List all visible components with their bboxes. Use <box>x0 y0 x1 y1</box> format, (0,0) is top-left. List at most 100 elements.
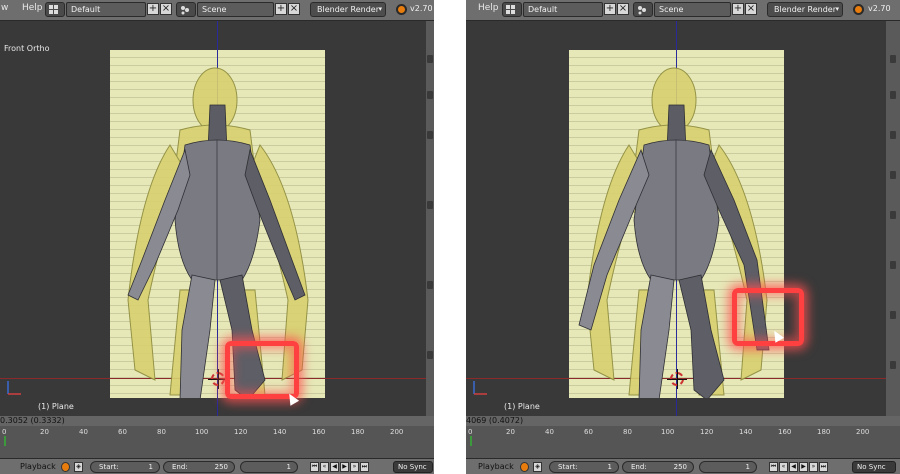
prev-key-icon[interactable]: « <box>320 462 329 472</box>
play-icon[interactable]: ▶ <box>799 462 808 472</box>
screen-layout-selector[interactable] <box>502 2 522 17</box>
record-icon[interactable] <box>61 462 70 472</box>
timeline-editor[interactable]: 4069 (0.4072) 0 20 40 60 80 100 120 140 … <box>466 416 900 458</box>
3d-cursor-icon[interactable] <box>667 369 687 389</box>
remove-layout-close-icon[interactable]: × <box>617 3 629 15</box>
current-frame-field[interactable]: 1 <box>699 461 757 473</box>
sidebar-partial[interactable] <box>886 21 900 416</box>
play-icon[interactable]: ▶ <box>340 462 349 472</box>
version-label: v2.70 <box>868 4 891 13</box>
start-value: 1 <box>148 463 153 471</box>
blender-logo-icon <box>396 4 407 15</box>
sidebar-button[interactable] <box>427 351 433 359</box>
end-frame-field[interactable]: End: 250 <box>163 461 235 473</box>
sidebar-button[interactable] <box>890 211 896 219</box>
playback-menu[interactable]: Playback <box>20 462 56 471</box>
menu-help[interactable]: Help <box>22 3 43 13</box>
add-layout-plus-icon[interactable]: + <box>604 3 616 15</box>
remove-scene-close-icon[interactable]: × <box>745 3 757 15</box>
tick-label: 80 <box>157 428 166 436</box>
3d-viewport[interactable]: Front Ortho (1) Plane <box>0 21 434 416</box>
jump-start-icon[interactable]: ⏮ <box>769 462 778 472</box>
sidebar-button[interactable] <box>427 55 433 63</box>
chevron-down-icon: ▾ <box>835 5 839 13</box>
remove-scene-close-icon[interactable]: × <box>288 3 300 15</box>
blender-logo-icon <box>853 4 864 15</box>
axes-gizmo-icon <box>473 381 487 395</box>
sync-mode-selector[interactable]: No Sync <box>393 461 433 473</box>
sidebar-button[interactable] <box>427 131 433 139</box>
keying-icon[interactable]: ◈ <box>533 462 542 472</box>
current-frame-field[interactable]: 1 <box>240 461 298 473</box>
menu-window-cut[interactable]: w <box>1 3 8 13</box>
jump-end-icon[interactable]: ⏭ <box>819 462 828 472</box>
playback-menu[interactable]: Playback <box>478 462 514 471</box>
timeline-footer: Playback ◈ Start: 1 End: 250 1 ⏮ « ◀ ▶ »… <box>0 458 434 474</box>
scene-name-field[interactable]: Scene <box>197 2 274 17</box>
sidebar-button[interactable] <box>890 131 896 139</box>
sidebar-collapsed[interactable] <box>426 21 434 416</box>
sidebar-button[interactable] <box>890 311 896 319</box>
start-value: 1 <box>607 463 612 471</box>
tick-label: 100 <box>195 428 209 436</box>
record-icon[interactable] <box>520 462 529 472</box>
current-frame-marker[interactable] <box>470 436 472 446</box>
next-key-icon[interactable]: » <box>809 462 818 472</box>
add-scene-plus-icon[interactable]: + <box>732 3 744 15</box>
tick-label: 140 <box>739 428 753 436</box>
sidebar-button[interactable] <box>427 281 433 289</box>
prev-key-icon[interactable]: « <box>779 462 788 472</box>
screen-layout-selector[interactable] <box>45 2 65 17</box>
next-key-icon[interactable]: » <box>350 462 359 472</box>
sidebar-button[interactable] <box>890 55 896 63</box>
layout-name-field[interactable]: Default <box>523 2 603 17</box>
timeline-value-readout: 0.3052 (0.3332) <box>0 416 65 425</box>
sidebar-button[interactable] <box>890 261 896 269</box>
remove-layout-close-icon[interactable]: × <box>160 3 172 15</box>
end-frame-field[interactable]: End: 250 <box>622 461 694 473</box>
render-engine-selector[interactable]: Blender Render ▾ <box>310 2 386 17</box>
sync-mode-selector[interactable]: No Sync <box>852 461 896 473</box>
add-scene-plus-icon[interactable]: + <box>275 3 287 15</box>
sidebar-button[interactable] <box>890 361 896 369</box>
render-engine-selector[interactable]: Blender Render ▾ <box>767 2 843 17</box>
timeline-value-readout: 4069 (0.4072) <box>466 416 524 425</box>
scene-selector[interactable] <box>633 2 653 17</box>
start-frame-field[interactable]: Start: 1 <box>549 461 619 473</box>
current-frame-marker[interactable] <box>4 436 6 446</box>
object-label: (1) Plane <box>38 402 74 411</box>
chevron-down-icon: ▾ <box>378 5 382 13</box>
tick-label: 120 <box>700 428 714 436</box>
timeline-editor[interactable]: 0.3052 (0.3332) 0 20 40 60 80 100 120 14… <box>0 416 434 458</box>
scene-selector[interactable] <box>176 2 196 17</box>
current-frame-value: 1 <box>286 463 291 471</box>
frame-ruler[interactable]: 0 20 40 60 80 100 120 140 160 180 200 <box>466 426 900 458</box>
tick-label: 0 <box>2 428 7 436</box>
info-header: Help Default + × Scene + × Blender Rende… <box>466 0 900 21</box>
screen-layout-icon <box>49 5 58 14</box>
jump-start-icon[interactable]: ⏮ <box>310 462 319 472</box>
sidebar-button[interactable] <box>890 171 896 179</box>
sidebar-button[interactable] <box>427 91 433 99</box>
render-engine-label: Blender Render <box>774 5 837 14</box>
tick-label: 180 <box>351 428 365 436</box>
scene-icon <box>638 6 646 15</box>
start-frame-field[interactable]: Start: 1 <box>90 461 160 473</box>
3d-viewport[interactable]: (1) Plane <box>466 21 900 416</box>
3d-cursor-icon[interactable] <box>208 369 228 389</box>
tick-label: 100 <box>661 428 675 436</box>
layout-name-field[interactable]: Default <box>66 2 146 17</box>
keying-icon[interactable]: ◈ <box>74 462 83 472</box>
white-gap <box>434 0 466 474</box>
sidebar-button[interactable] <box>890 91 896 99</box>
jump-end-icon[interactable]: ⏭ <box>360 462 369 472</box>
play-reverse-icon[interactable]: ◀ <box>330 462 339 472</box>
menu-help[interactable]: Help <box>478 3 499 13</box>
frame-ruler[interactable]: 0 20 40 60 80 100 120 140 160 180 200 <box>0 426 434 458</box>
scene-name-field[interactable]: Scene <box>654 2 731 17</box>
play-reverse-icon[interactable]: ◀ <box>789 462 798 472</box>
end-label: End: <box>172 463 188 471</box>
timeline-footer: Playback ◈ Start: 1 End: 250 1 ⏮ « ◀ ▶ »… <box>466 458 900 474</box>
add-layout-plus-icon[interactable]: + <box>147 3 159 15</box>
sidebar-button[interactable] <box>427 201 433 209</box>
